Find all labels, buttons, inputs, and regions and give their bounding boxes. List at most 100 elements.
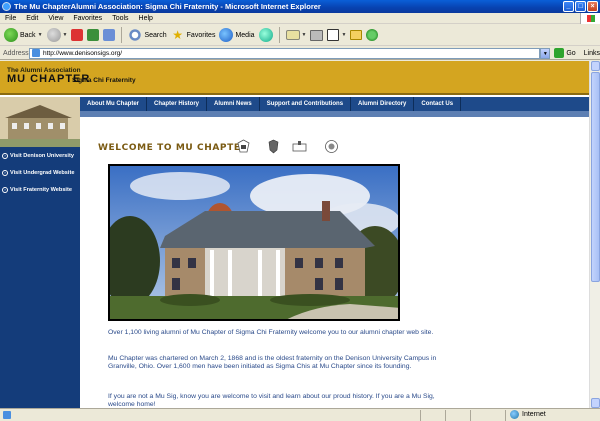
search-label: Search xyxy=(144,31,167,39)
welcome-paragraph: Over 1,100 living alumni of Mu Chapter o… xyxy=(108,329,434,336)
sidebar-house-image xyxy=(0,97,80,147)
chapter-house-photo xyxy=(108,164,400,321)
forward-arrow-icon xyxy=(46,28,61,42)
fraternity-name: Sigma Chi Fraternity xyxy=(72,77,136,84)
status-pane xyxy=(420,410,421,421)
window-controls: _ □ × xyxy=(563,1,598,12)
window-title: The Mu ChapterAlumni Association: Sigma … xyxy=(14,2,321,11)
sidebar-link-fraternity[interactable]: › Visit Fraternity Website xyxy=(0,181,80,198)
invitation-paragraph: If you are not a Mu Sig, know you are we… xyxy=(108,393,435,408)
menu-tools[interactable]: Tools xyxy=(112,15,128,22)
menu-edit[interactable]: Edit xyxy=(26,15,38,22)
scroll-down-icon[interactable] xyxy=(591,398,600,408)
vertical-scrollbar[interactable] xyxy=(589,61,600,408)
address-input[interactable]: http://www.denisonsigs.org/ xyxy=(28,47,541,59)
nav-contact-us[interactable]: Contact Us xyxy=(414,97,462,111)
zone-label: Internet xyxy=(522,411,546,418)
media-label: Media xyxy=(235,31,255,39)
nav-chapter-history[interactable]: Chapter History xyxy=(147,97,208,111)
mail-icon xyxy=(285,30,300,40)
sidebar-link-label: Visit Fraternity Website xyxy=(10,186,72,193)
sidebar-link-denison[interactable]: › Visit Denison University xyxy=(0,147,80,164)
history-icon[interactable] xyxy=(258,28,273,42)
window-titlebar: The Mu ChapterAlumni Association: Sigma … xyxy=(0,0,600,13)
toolbar-separator xyxy=(121,27,123,43)
flag-icon xyxy=(292,141,307,152)
back-arrow-icon xyxy=(4,28,18,42)
page-title: WELCOME TO MU CHAPTER xyxy=(98,143,249,153)
favorites-label: Favorites xyxy=(186,31,216,39)
maximize-button[interactable]: □ xyxy=(575,1,586,12)
nav-about-mu-chapter[interactable]: About Mu Chapter xyxy=(80,97,147,111)
address-bar: Address http://www.denisonsigs.org/ ▼ Go… xyxy=(0,47,600,60)
status-pane xyxy=(505,410,506,421)
nav-alumni-news[interactable]: Alumni News xyxy=(207,97,260,111)
status-pane xyxy=(445,410,446,421)
chevron-down-icon[interactable]: ▼ xyxy=(302,32,307,38)
scroll-up-icon[interactable] xyxy=(591,61,600,71)
go-label: Go xyxy=(566,49,576,57)
site-header: The Alumni Association MU CHAPTER Sigma … xyxy=(0,61,589,95)
arrow-circle-icon: › xyxy=(2,152,8,159)
windows-logo-icon xyxy=(580,13,600,24)
address-url: http://www.denisonsigs.org/ xyxy=(42,49,123,57)
toolbar: Back ▼ ▼ Search ★ Favorites Media ▼ ▼ xyxy=(0,25,600,46)
status-pane xyxy=(470,410,471,421)
scrollbar-thumb[interactable] xyxy=(591,72,600,282)
back-button[interactable]: Back ▼ xyxy=(4,27,43,44)
security-zone: Internet xyxy=(510,410,546,419)
star-icon: ★ xyxy=(172,28,184,42)
address-dropdown-icon[interactable]: ▼ xyxy=(540,47,551,59)
sidebar-link-label: Visit Denison University xyxy=(10,152,74,159)
media-button[interactable]: Media xyxy=(219,27,255,44)
favorites-button[interactable]: ★ Favorites xyxy=(171,27,216,44)
nav-underbar xyxy=(80,111,589,117)
menu-help[interactable]: Help xyxy=(139,15,153,22)
crest-icon xyxy=(237,139,250,153)
edit-icon xyxy=(327,29,340,41)
page-icon xyxy=(3,411,11,419)
status-bar: Internet xyxy=(0,408,600,421)
media-icon xyxy=(219,28,234,42)
nav-support-contributions[interactable]: Support and Contributions xyxy=(260,97,352,111)
toolbar-separator xyxy=(278,27,280,43)
chapter-house-image xyxy=(110,166,398,319)
arrow-circle-icon: › xyxy=(2,169,8,176)
house-sketch-icon xyxy=(0,97,80,147)
print-icon[interactable] xyxy=(310,29,324,41)
menu-file[interactable]: File xyxy=(5,15,16,22)
minimize-button[interactable]: _ xyxy=(563,1,574,12)
messenger-icon[interactable] xyxy=(366,29,379,41)
folder-icon[interactable] xyxy=(350,30,363,40)
edit-button[interactable]: ▼ xyxy=(327,27,346,44)
history-paragraph: Mu Chapter was chartered on March 2, 186… xyxy=(108,355,437,370)
go-button[interactable]: Go xyxy=(554,48,576,58)
home-icon[interactable] xyxy=(103,29,116,41)
chevron-down-icon[interactable]: ▼ xyxy=(38,32,43,38)
arrow-circle-icon: › xyxy=(2,186,8,193)
links-button[interactable]: Links xyxy=(584,50,600,57)
sidebar: › Visit Denison University › Visit Under… xyxy=(0,147,80,408)
globe-icon xyxy=(510,410,519,419)
shield-icon xyxy=(268,139,279,154)
go-arrow-icon xyxy=(554,48,565,58)
menu-view[interactable]: View xyxy=(48,15,63,22)
forward-button[interactable]: ▼ xyxy=(46,27,68,44)
stop-icon[interactable] xyxy=(71,29,84,41)
chevron-down-icon[interactable]: ▼ xyxy=(341,32,346,38)
mail-button[interactable]: ▼ xyxy=(285,27,307,44)
menu-bar: File Edit View Favorites Tools Help xyxy=(0,13,600,24)
close-button[interactable]: × xyxy=(587,1,598,12)
search-button[interactable]: Search xyxy=(128,27,167,44)
nav-alumni-directory[interactable]: Alumni Directory xyxy=(351,97,415,111)
chevron-down-icon[interactable]: ▼ xyxy=(63,32,68,38)
sidebar-link-undergrad[interactable]: › Visit Undergrad Website xyxy=(0,164,80,181)
back-label: Back xyxy=(20,31,36,39)
internet-explorer-icon xyxy=(2,2,11,11)
sidebar-link-label: Visit Undergrad Website xyxy=(10,169,75,176)
search-icon xyxy=(128,28,143,42)
menu-favorites[interactable]: Favorites xyxy=(73,15,102,22)
page-viewport: The Alumni Association MU CHAPTER Sigma … xyxy=(0,61,589,408)
main-nav: About Mu Chapter Chapter History Alumni … xyxy=(80,97,589,111)
refresh-icon[interactable] xyxy=(87,29,100,41)
